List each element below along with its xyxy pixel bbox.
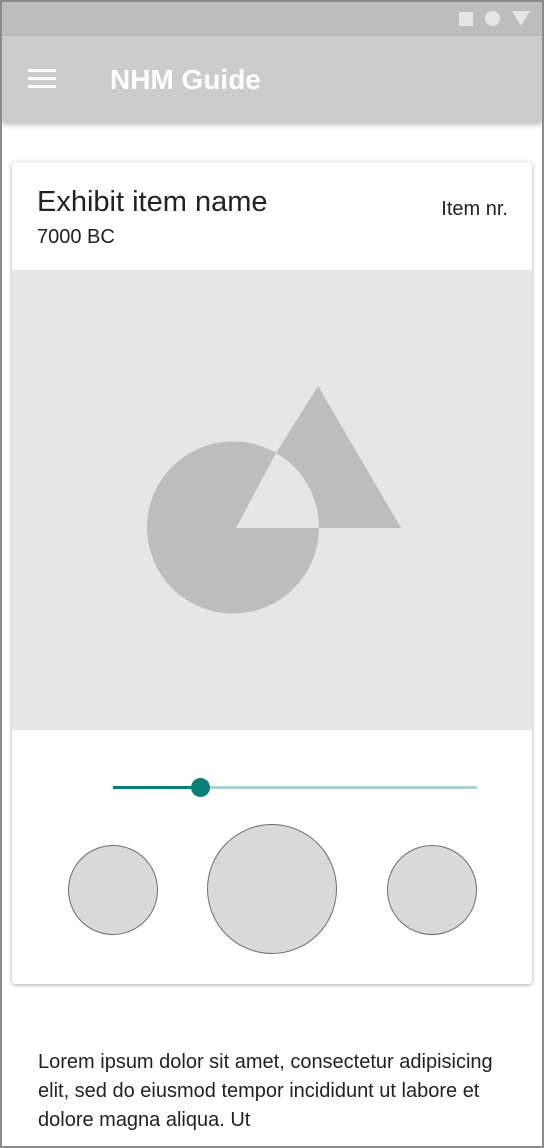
item-number-label: Item nr. xyxy=(441,198,508,220)
play-button[interactable] xyxy=(207,824,337,954)
image-placeholder-icon xyxy=(147,386,401,614)
exhibit-title: Exhibit item name xyxy=(37,186,268,218)
slider-fill xyxy=(113,786,200,789)
hamburger-menu-icon[interactable] xyxy=(28,69,56,91)
phone-screen: NHM Guide Exhibit item name 7000 BC Item… xyxy=(0,0,544,1148)
app-bar: NHM Guide xyxy=(2,36,542,122)
triangle-icon xyxy=(512,11,530,26)
previous-button[interactable] xyxy=(68,845,158,935)
exhibit-card: Exhibit item name 7000 BC Item nr. xyxy=(12,162,532,984)
status-bar xyxy=(2,2,542,36)
slider-thumb[interactable] xyxy=(191,778,210,797)
circle-icon xyxy=(485,11,500,26)
playback-progress-slider[interactable] xyxy=(113,776,477,798)
exhibit-date: 7000 BC xyxy=(37,226,115,248)
app-title: NHM Guide xyxy=(110,64,261,95)
exhibit-description: Lorem ipsum dolor sit amet, consectetur … xyxy=(38,1051,493,1131)
exhibit-image xyxy=(12,270,532,730)
square-icon xyxy=(459,11,473,26)
status-icons xyxy=(459,11,530,26)
next-button[interactable] xyxy=(387,845,477,935)
